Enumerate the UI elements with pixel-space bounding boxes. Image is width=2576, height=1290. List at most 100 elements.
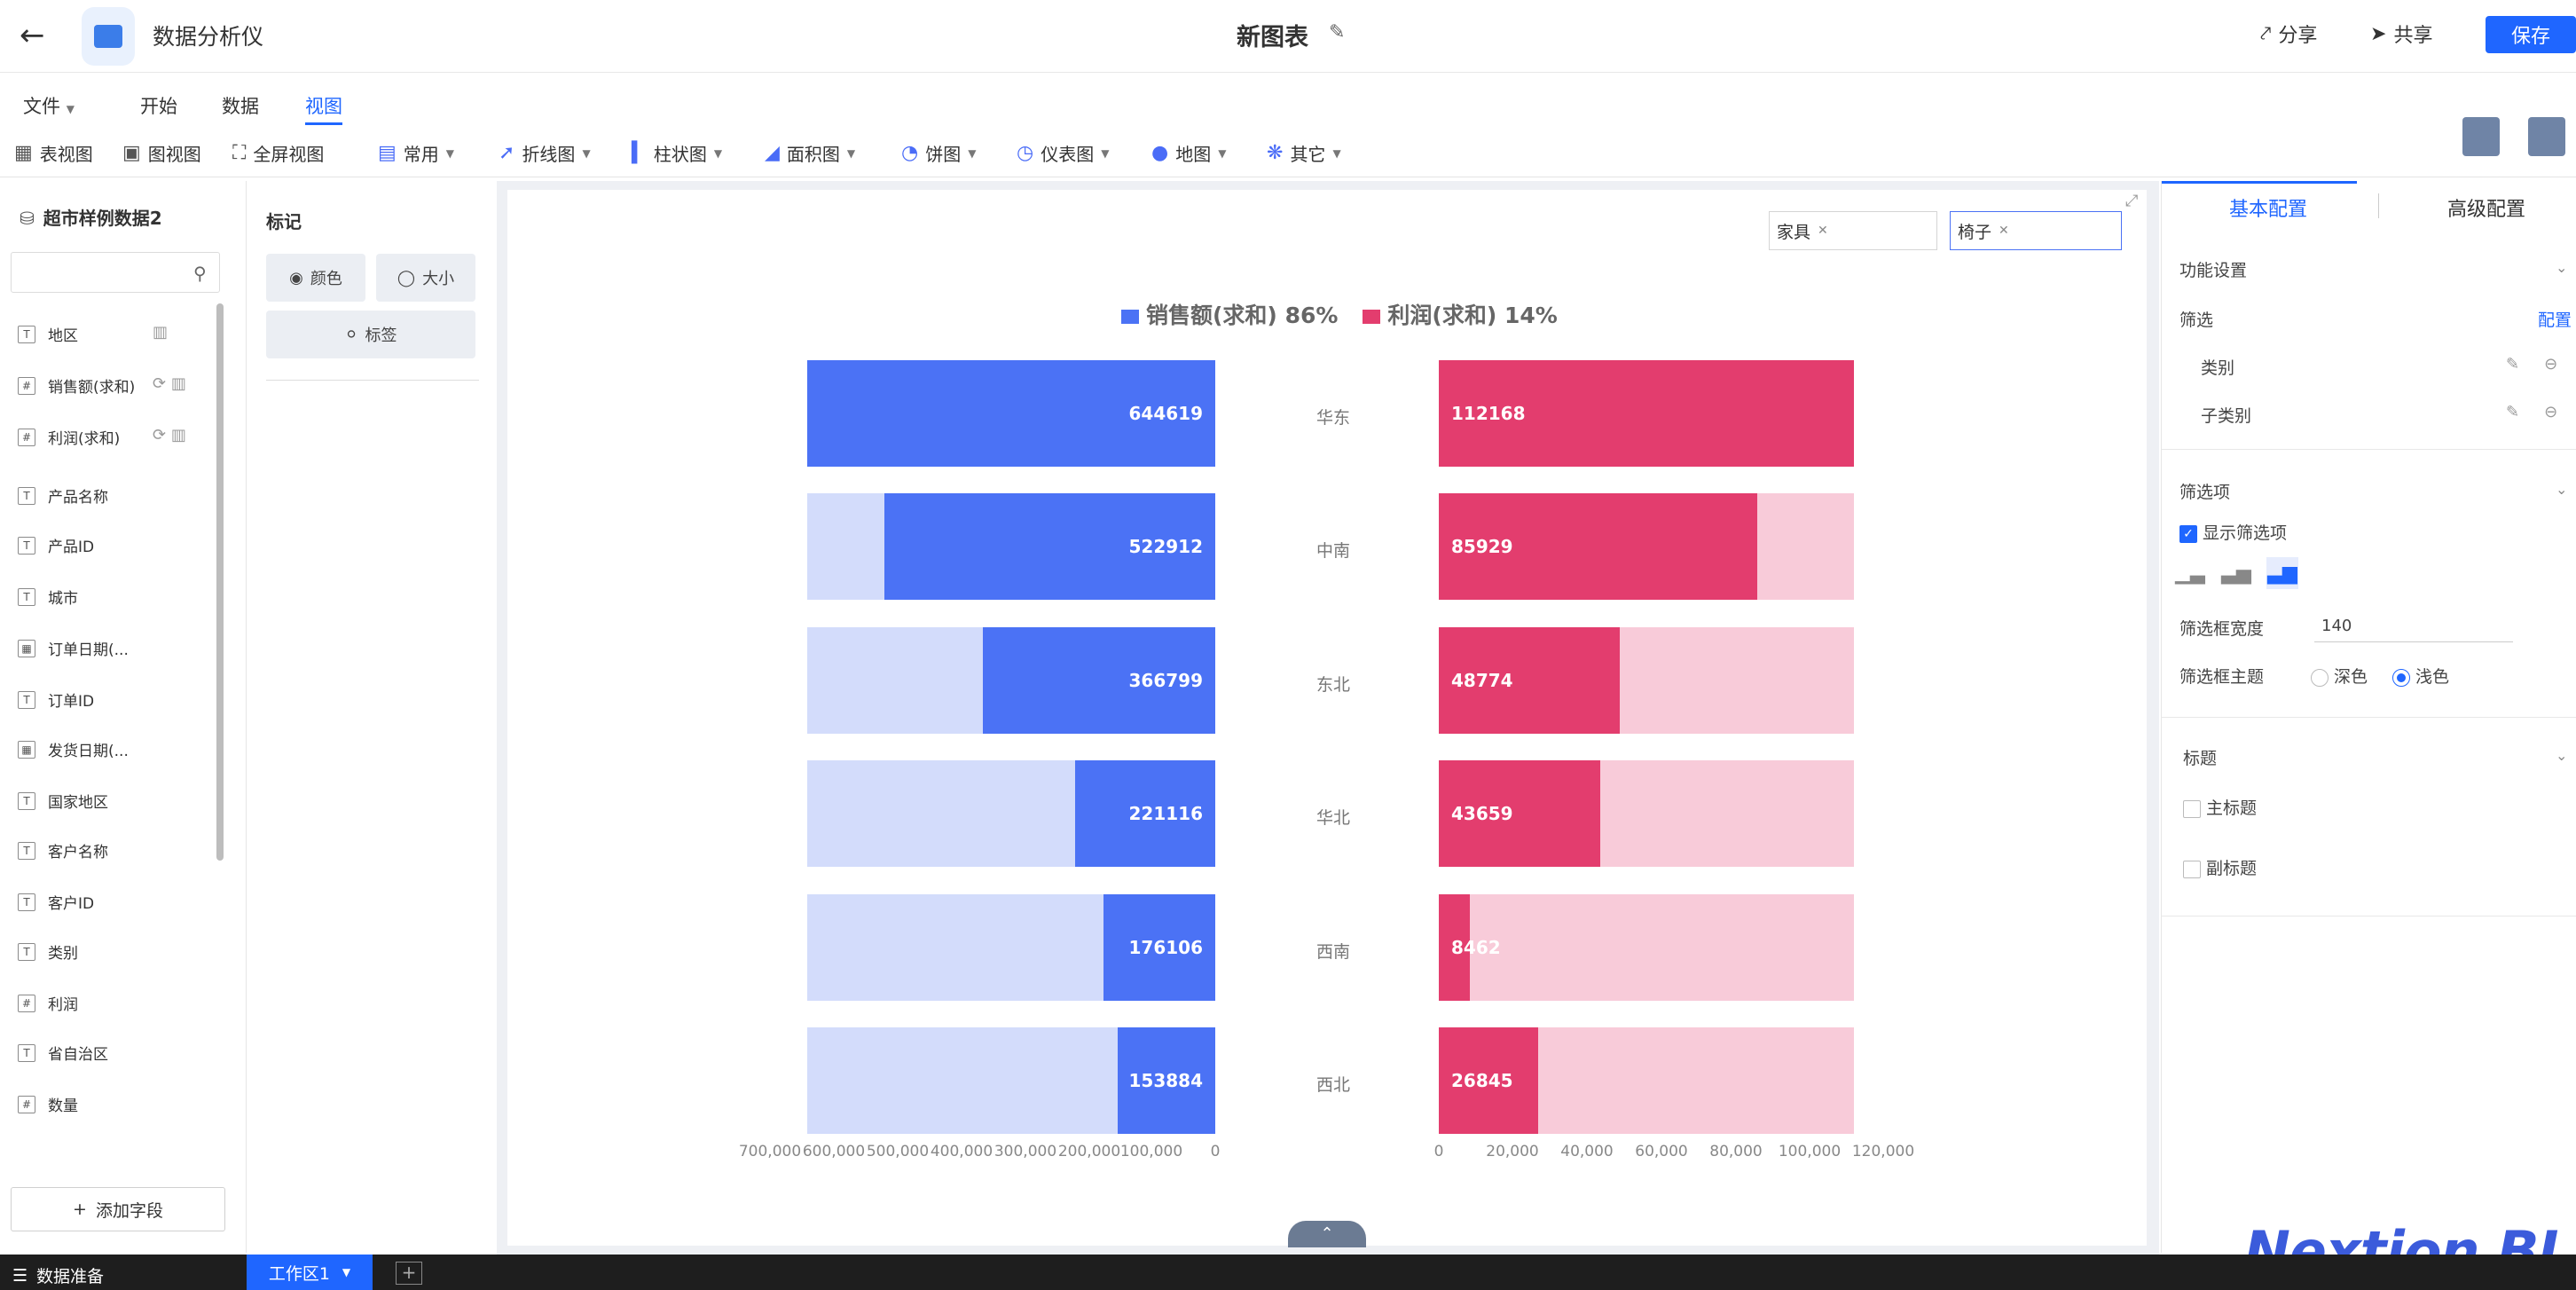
bar-style-icon[interactable]: ▁▃ — [2174, 557, 2206, 589]
edit-title-icon[interactable]: ✎ — [1329, 21, 1345, 43]
config-link[interactable]: 配置 — [2538, 307, 2572, 331]
label-mark-button[interactable]: ⚪ 标签 — [266, 311, 475, 358]
x-axis-tick-right: 60,000 — [1635, 1143, 1688, 1160]
bar-style-selected-icon[interactable]: ▃▆ — [2266, 557, 2298, 589]
field-item[interactable]: T 类别 — [18, 940, 78, 963]
common-charts-dropdown[interactable]: ▤ 常用 ▼ — [378, 140, 454, 166]
profit-bar[interactable]: 43659 — [1439, 760, 1601, 867]
field-item[interactable]: ▦ 订单日期(... — [18, 637, 129, 659]
chart-field-icon[interactable]: ▥ — [171, 426, 186, 444]
sales-bar[interactable]: 153884 — [1118, 1027, 1215, 1134]
add-tab-button[interactable]: + — [396, 1262, 422, 1285]
profit-bar[interactable]: 112168 — [1439, 360, 1854, 467]
chevron-down-icon[interactable]: ⌄ — [2556, 747, 2567, 764]
gauge-chart-dropdown[interactable]: ◷ 仪表图 ▼ — [1017, 140, 1109, 166]
filter-chip-chair[interactable]: 椅子 ✕ — [1950, 211, 2122, 250]
edit-icon[interactable]: ✎ — [2506, 403, 2519, 421]
sales-bar[interactable]: 644619 — [807, 360, 1215, 467]
expand-icon[interactable]: ⤢ — [2125, 192, 2138, 210]
edit-icon[interactable]: ✎ — [2506, 355, 2519, 374]
menu-file[interactable]: 文件 ▼ — [23, 92, 75, 119]
field-item[interactable]: # 利润(求和) — [18, 426, 120, 448]
field-item[interactable]: T 订单ID — [18, 688, 94, 711]
sub-title-checkbox[interactable]: 副标题 — [2183, 855, 2257, 879]
sales-bar[interactable]: 522912 — [884, 493, 1215, 600]
feature-settings-heading[interactable]: 功能设置 — [2179, 257, 2247, 281]
filter-chip-furniture[interactable]: 家具 ✕ — [1769, 211, 1937, 250]
collapse-panel-button[interactable]: ⌃ — [1288, 1221, 1366, 1247]
back-arrow-icon[interactable]: ← — [20, 18, 59, 53]
field-item[interactable]: T 国家地区 — [18, 790, 108, 812]
chevron-down-icon[interactable]: ⌄ — [2556, 259, 2567, 276]
sales-bar[interactable]: 221116 — [1075, 760, 1215, 867]
region-label: 西南 — [1316, 942, 1351, 962]
top-bar: ← 数据分析仪 新图表 ✎ ⤤ 分享 ➤ 共享 保存 — [0, 0, 2576, 73]
menu-data[interactable]: 数据 — [222, 92, 259, 119]
aggregate-icon[interactable]: ⟳ — [153, 426, 171, 444]
collab-button[interactable]: ➤ 共享 — [2370, 20, 2432, 48]
chevron-down-icon[interactable]: ⌄ — [2556, 481, 2567, 498]
layout-right-toggle-icon[interactable] — [2528, 117, 2565, 156]
field-item[interactable]: T 产品ID — [18, 534, 94, 556]
map-chart-dropdown[interactable]: ● 地图 ▼ — [1151, 140, 1226, 166]
filter-options-heading[interactable]: 筛选项 — [2179, 479, 2230, 503]
field-item[interactable]: T 省自治区 — [18, 1042, 108, 1064]
field-item[interactable]: # 数量 — [18, 1093, 78, 1115]
field-item[interactable]: T 客户ID — [18, 891, 94, 913]
bar-chart-dropdown[interactable]: ▍ 柱状图 ▼ — [632, 140, 722, 166]
menu-start[interactable]: 开始 — [140, 92, 177, 119]
menu-view[interactable]: 视图 — [305, 92, 342, 125]
aggregate-icon[interactable]: ⟳ — [153, 374, 171, 393]
x-axis-tick-left: 400,000 — [930, 1143, 993, 1160]
add-field-button[interactable]: + 添加字段 — [11, 1187, 225, 1231]
theme-light-radio[interactable]: 浅色 — [2392, 664, 2449, 688]
color-mark-button[interactable]: ◉ 颜色 — [266, 254, 365, 302]
data-prep-tab[interactable]: ☰ 数据准备 — [12, 1263, 104, 1287]
bar-style-icon[interactable]: ▃▅ — [2220, 557, 2252, 589]
chart-view-button[interactable]: ▣ 图视图 — [122, 140, 201, 166]
profit-bar[interactable]: 8462 — [1439, 894, 1501, 1001]
table-view-button[interactable]: ▦ 表视图 — [14, 140, 93, 166]
sales-bar[interactable]: 366799 — [983, 627, 1215, 734]
chart-field-icon[interactable]: ▥ — [153, 323, 168, 342]
tab-advanced-config[interactable]: 高级配置 — [2447, 193, 2525, 222]
pie-chart-dropdown[interactable]: ◔ 饼图 ▼ — [901, 140, 976, 166]
size-mark-button[interactable]: ◯ 大小 — [376, 254, 475, 302]
workspace-tab[interactable]: 工作区1 ▼ — [247, 1255, 373, 1290]
profit-bar[interactable]: 48774 — [1439, 627, 1620, 734]
share-button[interactable]: ⤤ 分享 — [2260, 20, 2317, 48]
chart-field-icon[interactable]: ▥ — [171, 374, 186, 393]
filter-width-input[interactable]: 140 — [2314, 610, 2513, 642]
field-item[interactable]: # 利润 — [18, 992, 78, 1014]
profit-bar[interactable]: 26845 — [1439, 1027, 1538, 1134]
show-filter-checkbox[interactable]: ✓ 显示筛选项 — [2179, 520, 2287, 544]
title-heading[interactable]: 标题 — [2183, 745, 2217, 769]
remove-icon[interactable]: ⊖ — [2544, 355, 2557, 374]
sales-bar[interactable]: 176106 — [1103, 894, 1215, 1001]
field-search-input[interactable] — [11, 252, 220, 293]
chart-title[interactable]: 新图表 — [1237, 18, 1308, 52]
field-item[interactable]: T 城市 — [18, 586, 78, 608]
theme-dark-radio[interactable]: 深色 — [2311, 664, 2368, 688]
search-icon[interactable]: ⚲ — [193, 263, 207, 284]
legend-item-profit[interactable]: 利润(求和) 14% — [1363, 298, 1558, 330]
dataset-name[interactable]: ⛁ 超市样例数据2 — [20, 204, 162, 230]
field-item[interactable]: # 销售额(求和) — [18, 374, 135, 397]
legend-item-sales[interactable]: 销售额(求和) 86% — [1121, 298, 1338, 330]
area-chart-dropdown[interactable]: ◢ 面积图 ▼ — [765, 140, 855, 166]
fullscreen-view-button[interactable]: ⛶ 全屏视图 — [232, 140, 324, 166]
tab-basic-config[interactable]: 基本配置 — [2229, 193, 2307, 222]
field-list-scrollbar[interactable] — [216, 303, 224, 861]
line-chart-dropdown[interactable]: ➚ 折线图 ▼ — [499, 140, 591, 166]
field-item[interactable]: T 地区 — [18, 323, 78, 345]
main-title-checkbox[interactable]: 主标题 — [2183, 795, 2257, 819]
save-button[interactable]: 保存 — [2486, 16, 2576, 53]
layout-left-toggle-icon[interactable] — [2462, 117, 2500, 156]
field-item[interactable]: ▦ 发货日期(... — [18, 738, 129, 760]
profit-bar[interactable]: 85929 — [1439, 493, 1757, 600]
field-item[interactable]: T 客户名称 — [18, 839, 108, 861]
field-item[interactable]: T 产品名称 — [18, 484, 108, 507]
chevron-down-icon: ▼ — [445, 146, 455, 160]
other-chart-dropdown[interactable]: ❋ 其它 ▼ — [1267, 140, 1341, 166]
remove-icon[interactable]: ⊖ — [2544, 403, 2557, 421]
